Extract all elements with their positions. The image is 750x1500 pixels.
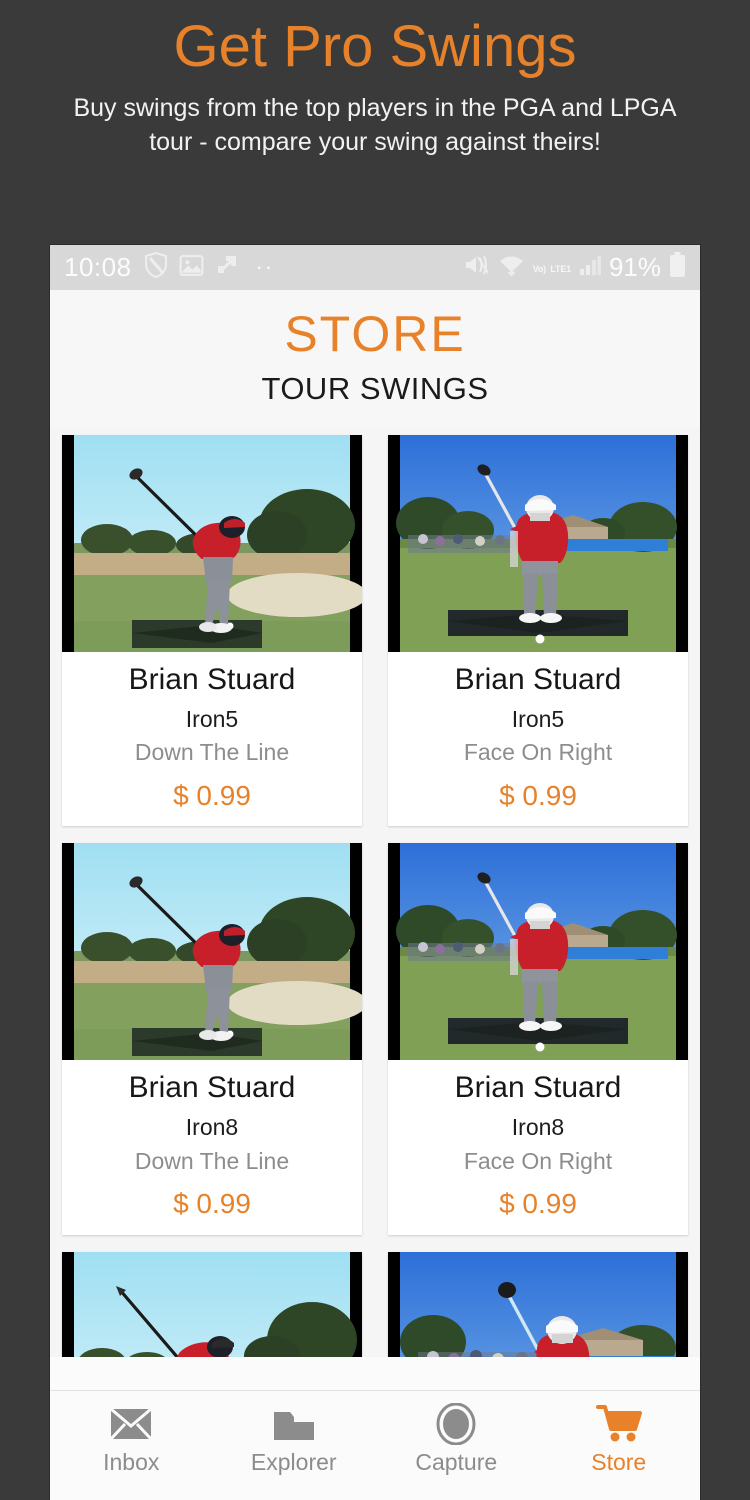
swing-thumbnail-down-the-line[interactable]: [62, 843, 362, 1061]
product-view-angle: Down The Line: [134, 1147, 290, 1174]
nav-item-inbox[interactable]: Inbox: [50, 1403, 213, 1474]
product-club: Iron5: [185, 705, 239, 732]
nav-item-capture[interactable]: Capture: [375, 1403, 538, 1474]
product-card[interactable]: Brian Stuard Iron5 Down The Line $ 0.99: [62, 434, 362, 827]
product-view-angle: Face On Right: [463, 1147, 613, 1174]
product-info: Brian Stuard Iron5 Down The Line $ 0.99: [62, 652, 362, 827]
status-bar: 10:08 ·· Vo) LTE1 91%: [50, 245, 700, 290]
product-price[interactable]: $ 0.99: [68, 779, 356, 813]
page-subtitle: TOUR SWINGS: [261, 370, 489, 406]
product-info: Brian Stuard Iron5 Face On Right $ 0.99: [388, 652, 688, 827]
product-card[interactable]: Brian Stuard Iron5 Face On Right $ 0.99: [388, 434, 688, 827]
product-name: Brian Stuard: [128, 1071, 296, 1105]
product-club: Iron8: [511, 1114, 565, 1141]
product-name: Brian Stuard: [128, 662, 296, 696]
promo-title: Get Pro Swings: [173, 14, 577, 79]
wifi-icon: [498, 254, 525, 281]
nav-item-explorer[interactable]: Explorer: [213, 1403, 376, 1474]
product-club: Iron8: [185, 1114, 239, 1141]
page-title: STORE: [284, 306, 466, 362]
product-card[interactable]: Brian Stuard Iron8 Face On Right $ 0.99: [388, 843, 688, 1236]
volte-top-label: Vo): [532, 263, 546, 274]
camera-lens-icon: [436, 1403, 476, 1445]
volte-icon: Vo) LTE1: [533, 259, 571, 277]
product-card[interactable]: [388, 1252, 688, 1357]
product-price[interactable]: $ 0.99: [68, 1187, 356, 1221]
swing-thumbnail-down-the-line[interactable]: [62, 434, 362, 652]
more-dots-icon: ··: [255, 254, 275, 280]
product-name: Brian Stuard: [454, 662, 622, 696]
app-update-icon: [215, 253, 239, 282]
envelope-icon: [110, 1403, 153, 1445]
product-grid: Brian Stuard Iron5 Down The Line $ 0.99: [62, 434, 688, 1357]
status-time: 10:08: [64, 252, 132, 282]
nav-label-inbox: Inbox: [103, 1449, 160, 1475]
promo-subtitle: Buy swings from the top players in the P…: [73, 93, 677, 157]
photo-icon: [179, 253, 204, 283]
product-card[interactable]: [62, 1252, 362, 1357]
product-club: Iron5: [511, 705, 565, 732]
vibrate-icon: [464, 253, 490, 282]
product-view-angle: Face On Right: [463, 739, 613, 766]
product-price[interactable]: $ 0.99: [394, 1187, 682, 1221]
product-view-angle: Down The Line: [134, 739, 290, 766]
product-name: Brian Stuard: [454, 1071, 622, 1105]
swing-thumbnail-face-on[interactable]: [388, 434, 688, 652]
nav-label-capture: Capture: [415, 1449, 498, 1475]
promo-banner: Get Pro Swings Buy swings from the top p…: [0, 0, 750, 245]
product-price[interactable]: $ 0.99: [394, 779, 682, 813]
product-info: Brian Stuard Iron8 Down The Line $ 0.99: [62, 1060, 362, 1235]
battery-icon: [669, 252, 686, 283]
nav-label-explorer: Explorer: [250, 1449, 337, 1475]
swing-thumbnail-down-the-line[interactable]: [62, 1252, 362, 1357]
product-info: Brian Stuard Iron8 Face On Right $ 0.99: [388, 1060, 688, 1235]
bottom-navigation: Inbox Explorer Capture Store: [50, 1390, 700, 1500]
product-card[interactable]: Brian Stuard Iron8 Down The Line $ 0.99: [62, 843, 362, 1236]
swing-thumbnail-face-on[interactable]: [388, 1252, 688, 1357]
product-grid-scroll[interactable]: Brian Stuard Iron5 Down The Line $ 0.99: [50, 426, 700, 1357]
phone-screen: 10:08 ·· Vo) LTE1 91% STORE TOUR SWINGS …: [50, 245, 700, 1500]
status-right-icons: Vo) LTE1 91%: [464, 252, 686, 283]
nav-label-store: Store: [591, 1449, 647, 1475]
battery-percent-label: 91%: [608, 252, 661, 282]
swing-thumbnail-face-on[interactable]: [388, 843, 688, 1061]
status-left-icons: ··: [144, 251, 275, 283]
nav-item-store[interactable]: Store: [538, 1403, 701, 1474]
shield-icon: [144, 251, 168, 283]
volte-bottom-label: LTE1: [550, 263, 571, 274]
shopping-cart-icon: [595, 1403, 642, 1445]
signal-bars-icon: [579, 254, 601, 281]
store-header: STORE TOUR SWINGS: [50, 290, 700, 427]
folder-icon: [273, 1403, 315, 1445]
